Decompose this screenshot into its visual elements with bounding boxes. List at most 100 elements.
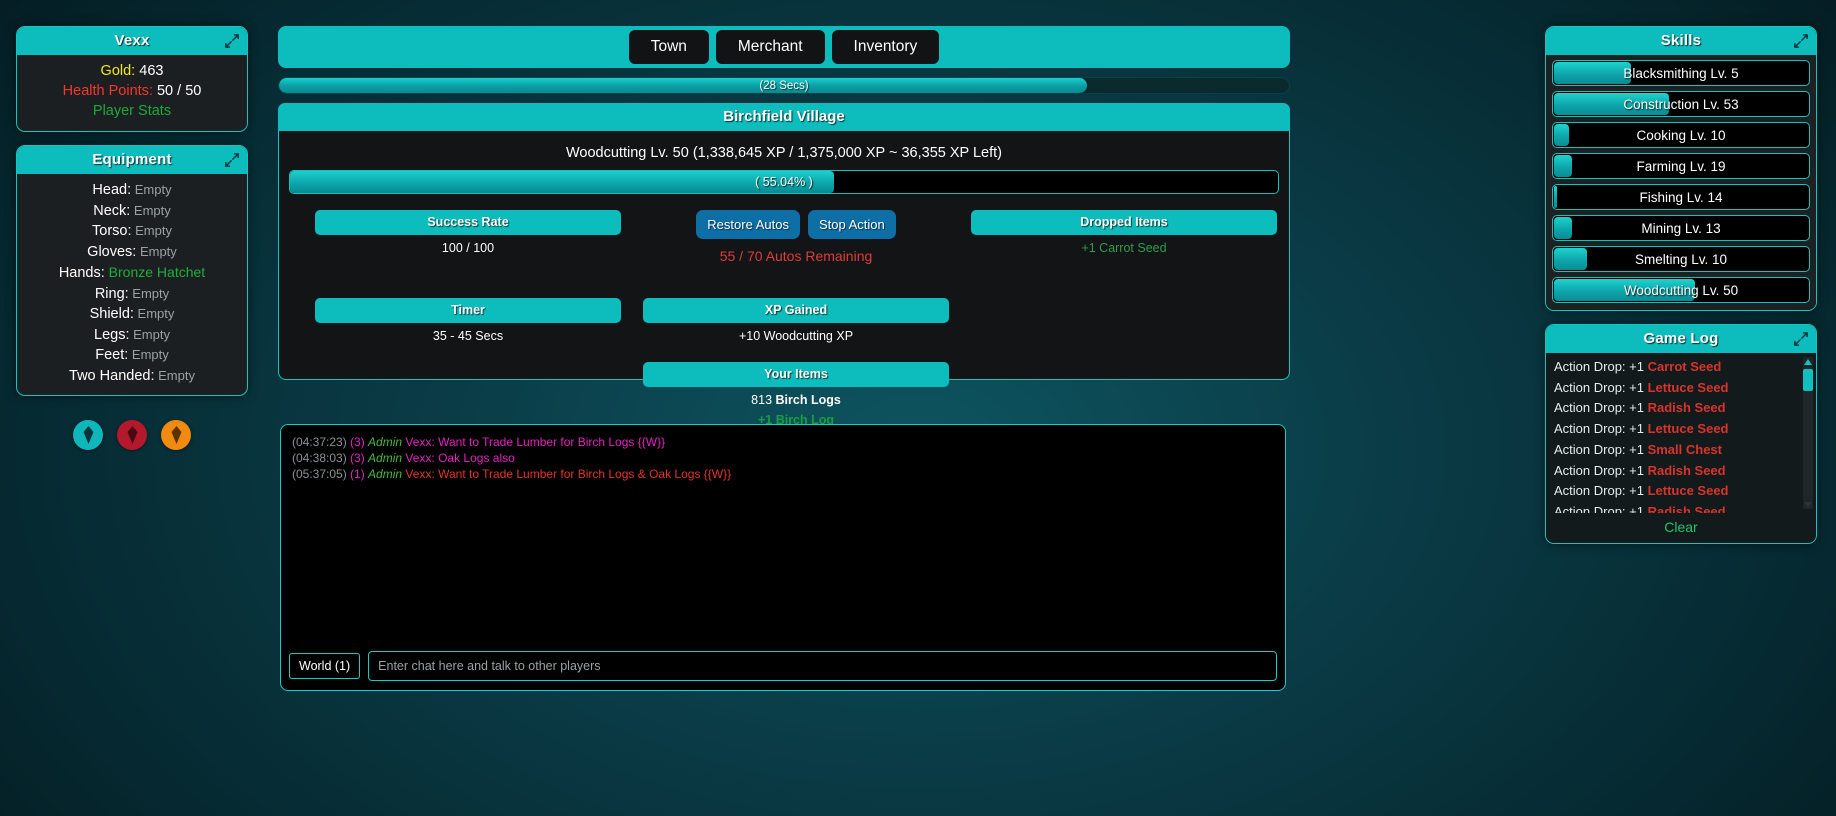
skill-row-fishing[interactable]: Fishing Lv. 14 [1552, 184, 1810, 210]
chat-rank: Admin [368, 435, 405, 449]
xp-gained-cell: XP Gained +10 Woodcutting XP [643, 298, 949, 343]
game-log-prefix: Action Drop: +1 [1554, 442, 1648, 457]
gold-label: Gold: [101, 63, 136, 79]
player-stats-link[interactable]: Player Stats [93, 103, 171, 119]
your-items-count: 813 [751, 393, 772, 407]
discord-icon[interactable] [73, 420, 103, 450]
health-value: 50 / 50 [157, 83, 201, 99]
nav-button-town[interactable]: Town [629, 30, 709, 64]
game-log-entry: Action Drop: +1 Radish Seed [1554, 502, 1800, 513]
chat-message-list[interactable]: (04:37:23) (3) Admin Vexx: Want to Trade… [287, 431, 1279, 649]
equipment-slot-value: Empty [128, 347, 168, 362]
game-log-prefix: Action Drop: +1 [1554, 359, 1648, 374]
dropped-items-label: Dropped Items [971, 210, 1277, 235]
player-panel: Vexx Gold: 463 Health Points: 50 / 50 Pl… [16, 26, 248, 132]
reddit-icon[interactable] [161, 420, 191, 450]
game-log-entry: Action Drop: +1 Lettuce Seed [1554, 419, 1800, 440]
game-log-entry: Action Drop: +1 Carrot Seed [1554, 357, 1800, 378]
scroll-down-icon[interactable] [1803, 500, 1813, 509]
equipment-slot-label: Ring: [95, 286, 129, 302]
skill-xp-progress-bar: ( 55.04% ) [289, 170, 1279, 194]
game-log-scrollbar[interactable] [1803, 357, 1813, 509]
chat-input[interactable] [368, 651, 1277, 681]
equipment-title: Equipment [92, 151, 171, 168]
game-log-scroll-thumb[interactable] [1803, 369, 1813, 391]
equipment-slot-label: Torso: [92, 223, 132, 239]
skill-label: Fishing Lv. 14 [1553, 185, 1809, 209]
game-log-prefix: Action Drop: +1 [1554, 463, 1648, 478]
equipment-row: Gloves: Empty [25, 242, 239, 263]
chat-timestamp: (05:37:05) [292, 467, 350, 481]
chat-channel-tab-world[interactable]: World (1) [289, 653, 360, 679]
chat-message: (04:38:03) (3) Admin Vexx: Oak Logs also [292, 450, 1276, 466]
resize-icon[interactable] [1794, 34, 1808, 48]
skill-row-farming[interactable]: Farming Lv. 19 [1552, 153, 1810, 179]
health-row: Health Points: 50 / 50 [25, 81, 239, 101]
equipment-row: Ring: Empty [25, 284, 239, 305]
game-log-entry: Action Drop: +1 Lettuce Seed [1554, 378, 1800, 399]
resize-icon[interactable] [1794, 332, 1808, 346]
skills-list: Blacksmithing Lv. 5 Construction Lv. 53 Co… [1546, 55, 1816, 310]
your-items-cell: Your Items 813 Birch Logs +1 Birch Log [643, 362, 949, 427]
equipment-row: Legs: Empty [25, 325, 239, 346]
game-log-prefix: Action Drop: +1 [1554, 421, 1648, 436]
success-rate-cell: Success Rate 100 / 100 [315, 210, 621, 255]
player-panel-header: Vexx [17, 27, 247, 55]
game-log-entry: Action Drop: +1 Radish Seed [1554, 461, 1800, 482]
gold-value: 463 [139, 63, 163, 79]
xp-gained-value: +10 Woodcutting XP [643, 329, 949, 343]
autos-remaining-text: 55 / 70 Autos Remaining [643, 248, 949, 264]
youtube-icon[interactable] [117, 420, 147, 450]
location-title: Birchfield Village [278, 103, 1290, 131]
timer-cell: Timer 35 - 45 Secs [315, 298, 621, 343]
resize-icon[interactable] [225, 153, 239, 167]
skill-label: Smelting Lv. 10 [1553, 247, 1809, 271]
chat-channel: (3) [350, 451, 368, 465]
scroll-up-icon[interactable] [1803, 357, 1813, 366]
equipment-slot-value: Empty [154, 368, 194, 383]
health-label: Health Points: [63, 83, 153, 99]
restore-autos-button[interactable]: Restore Autos [696, 210, 800, 239]
nav-button-inventory[interactable]: Inventory [832, 30, 940, 64]
autos-cell: Restore Autos Stop Action 55 / 70 Autos … [643, 210, 949, 264]
chat-channel: (3) [350, 435, 368, 449]
game-log-item: Radish Seed [1648, 463, 1726, 478]
chat-timestamp: (04:38:03) [292, 451, 350, 465]
game-log-item: Radish Seed [1648, 400, 1726, 415]
skill-row-construction[interactable]: Construction Lv. 53 [1552, 91, 1810, 117]
skill-label: Construction Lv. 53 [1553, 92, 1809, 116]
equipment-slot-label: Two Handed: [69, 368, 154, 384]
game-log-list[interactable]: Action Drop: +1 Carrot SeedAction Drop: … [1546, 353, 1816, 513]
success-rate-label: Success Rate [315, 210, 621, 235]
chat-input-row: World (1) [289, 651, 1277, 681]
chat-text: Vexx: Want to Trade Lumber for Birch Log… [405, 467, 731, 481]
skill-row-woodcutting[interactable]: Woodcutting Lv. 50 [1552, 277, 1810, 303]
game-log-item: Lettuce Seed [1648, 483, 1729, 498]
skill-label: Mining Lv. 13 [1553, 216, 1809, 240]
clear-log-button[interactable]: Clear [1546, 513, 1816, 543]
equipment-slot-label: Neck: [93, 203, 130, 219]
equipment-row: Feet: Empty [25, 345, 239, 366]
skill-row-cooking[interactable]: Cooking Lv. 10 [1552, 122, 1810, 148]
game-log-entry: Action Drop: +1 Lettuce Seed [1554, 481, 1800, 502]
resize-icon[interactable] [225, 34, 239, 48]
game-log-prefix: Action Drop: +1 [1554, 504, 1648, 513]
skill-row-smelting[interactable]: Smelting Lv. 10 [1552, 246, 1810, 272]
game-log-prefix: Action Drop: +1 [1554, 483, 1648, 498]
skill-label: Woodcutting Lv. 50 [1553, 278, 1809, 302]
game-log-title: Game Log [1644, 330, 1719, 347]
nav-button-merchant[interactable]: Merchant [716, 30, 825, 64]
equipment-slot-label: Gloves: [87, 244, 136, 260]
equipment-slot-label: Hands: [59, 265, 105, 281]
skill-row-mining[interactable]: Mining Lv. 13 [1552, 215, 1810, 241]
your-items-value: 813 Birch Logs [643, 393, 949, 407]
game-log-item: Small Chest [1648, 442, 1722, 457]
equipment-slot-value: Empty [130, 327, 170, 342]
equipment-slot-value[interactable]: Bronze Hatchet [105, 264, 205, 280]
chat-message: (05:37:05) (1) Admin Vexx: Want to Trade… [292, 466, 1276, 482]
action-panel: Birchfield Village Woodcutting Lv. 50 (1… [278, 103, 1290, 380]
stop-action-button[interactable]: Stop Action [808, 210, 896, 239]
equipment-row: Shield: Empty [25, 304, 239, 325]
top-nav-bar: TownMerchantInventory [278, 26, 1290, 68]
skill-row-blacksmithing[interactable]: Blacksmithing Lv. 5 [1552, 60, 1810, 86]
